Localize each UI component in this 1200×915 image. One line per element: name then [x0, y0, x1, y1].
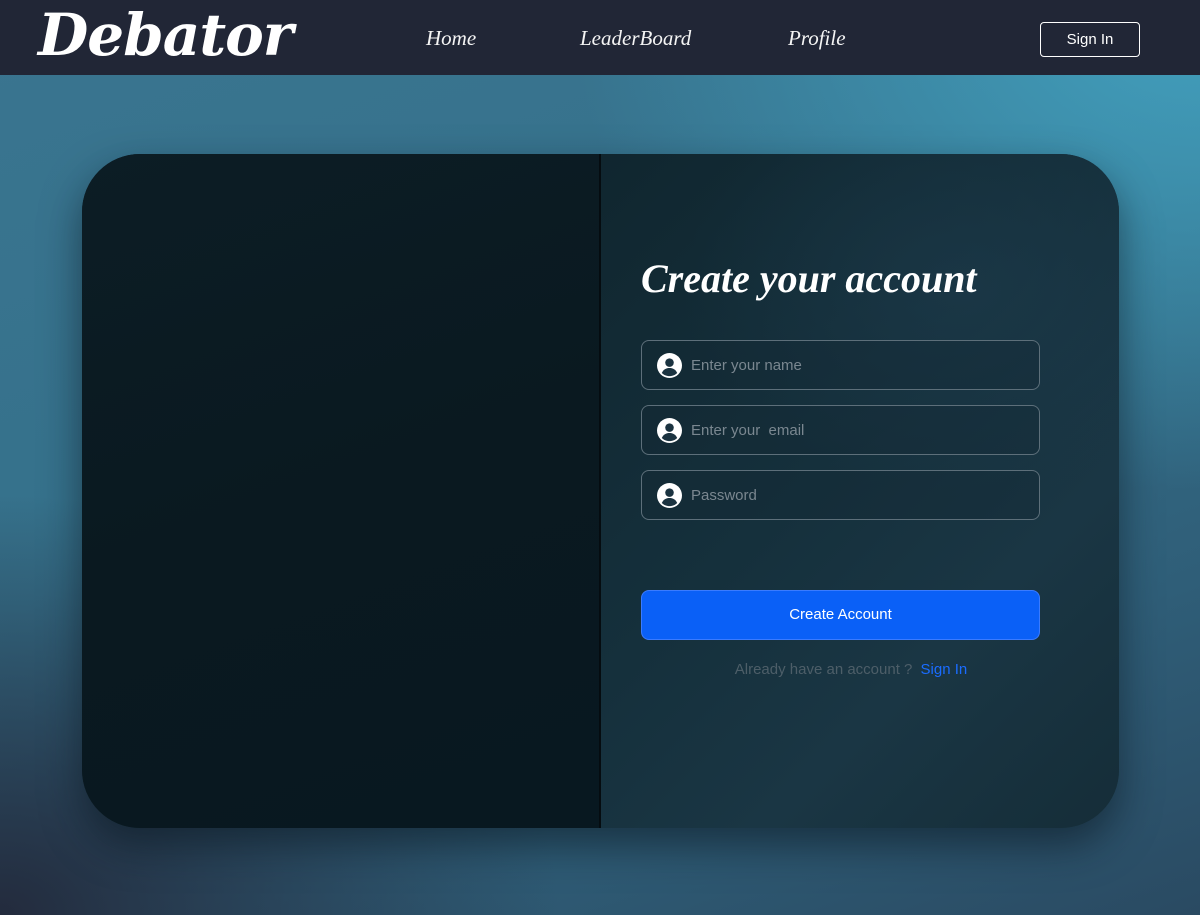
- email-field[interactable]: [641, 405, 1040, 455]
- nav-link-home[interactable]: Home: [426, 24, 476, 52]
- form-title: Create your account: [641, 256, 977, 301]
- nav-link-profile[interactable]: Profile: [788, 24, 846, 52]
- create-account-button[interactable]: Create Account: [641, 590, 1040, 640]
- email-input[interactable]: [691, 406, 1031, 454]
- signin-row: Already have an account ? Sign In: [641, 660, 1061, 680]
- logo[interactable]: Debator: [38, 0, 293, 70]
- card-left-panel: [82, 154, 600, 828]
- nav-link-leaderboard[interactable]: LeaderBoard: [580, 24, 691, 52]
- navbar: Debator Home LeaderBoard Profile Sign In: [0, 0, 1200, 75]
- signup-card: Create your account Enter your name Ente…: [82, 154, 1119, 828]
- name-input[interactable]: [691, 341, 1031, 389]
- user-circle-icon: [657, 483, 682, 508]
- user-circle-icon: [657, 418, 682, 443]
- password-input[interactable]: [691, 471, 1031, 519]
- nav-sign-in-button[interactable]: Sign In: [1040, 22, 1140, 57]
- signin-link[interactable]: Sign In: [921, 661, 968, 678]
- signin-prompt: Already have an account ?: [734, 661, 913, 678]
- user-circle-icon: [657, 353, 682, 378]
- name-field[interactable]: [641, 340, 1040, 390]
- password-field[interactable]: [641, 470, 1040, 520]
- signup-form: Create your account Enter your name Ente…: [601, 154, 1119, 828]
